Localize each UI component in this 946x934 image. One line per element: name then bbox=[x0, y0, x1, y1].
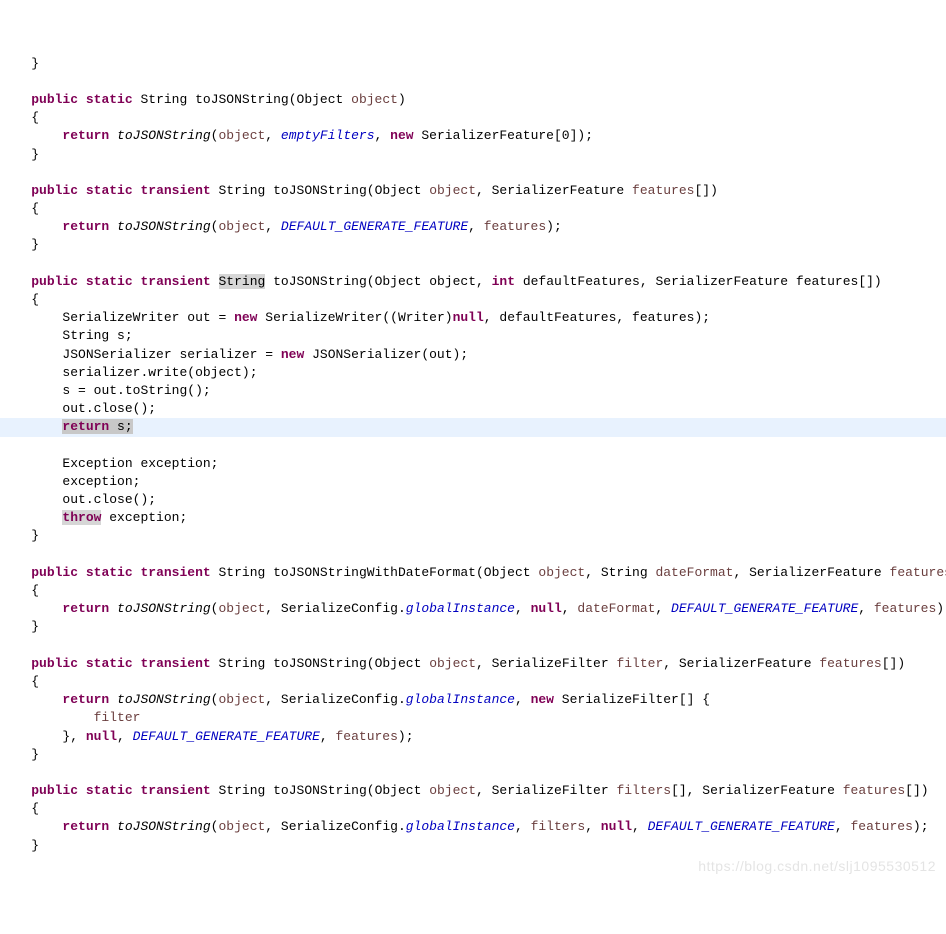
code-snippet: { "kw": { "public": "public", "static": … bbox=[0, 18, 946, 879]
watermark: https://blog.csdn.net/slj1095530512 bbox=[698, 857, 936, 877]
